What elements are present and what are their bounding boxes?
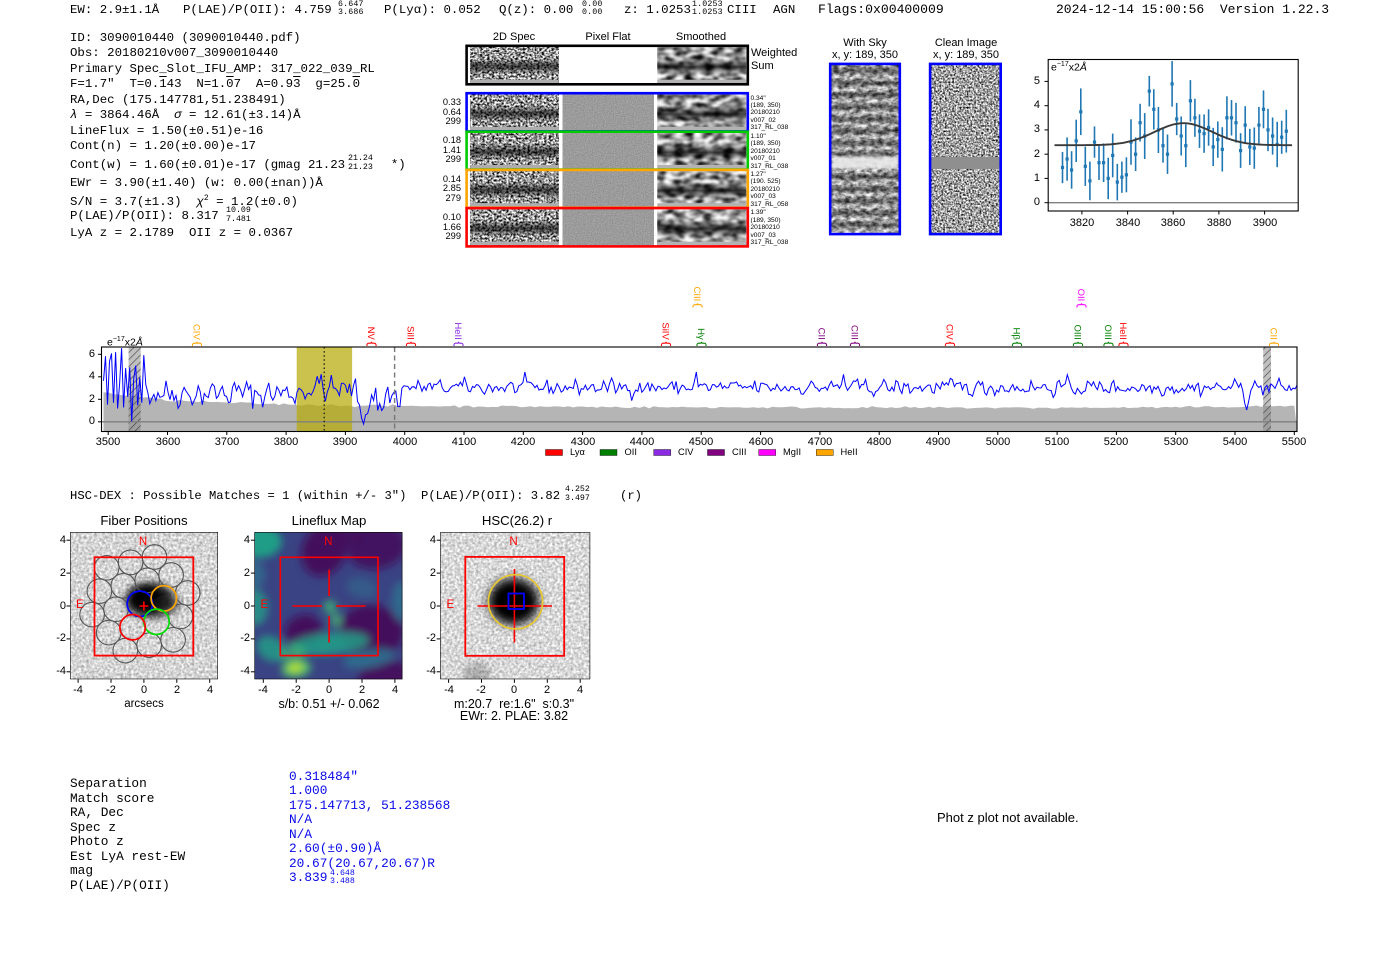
svg-text:NV: NV (365, 327, 376, 341)
svg-text:HeII: HeII (452, 322, 463, 339)
svg-text:OIII: OIII (1102, 324, 1113, 339)
svg-text:CII: CII (1268, 328, 1279, 340)
svg-text:OIII: OIII (1072, 324, 1083, 339)
svg-text:OII: OII (1075, 289, 1086, 302)
svg-text:Hγ: Hγ (695, 328, 706, 340)
svg-text:SiIV: SiIV (660, 322, 671, 340)
svg-text:CIV: CIV (191, 324, 202, 341)
svg-text:SiII: SiII (405, 326, 416, 340)
svg-text:CIII: CIII (849, 325, 860, 340)
svg-text:Hβ: Hβ (1011, 327, 1022, 340)
svg-text:HeII: HeII (1117, 322, 1128, 339)
svg-text:CIII: CIII (691, 287, 702, 302)
svg-text:CII: CII (816, 328, 827, 340)
svg-text:CIV: CIV (944, 324, 955, 341)
